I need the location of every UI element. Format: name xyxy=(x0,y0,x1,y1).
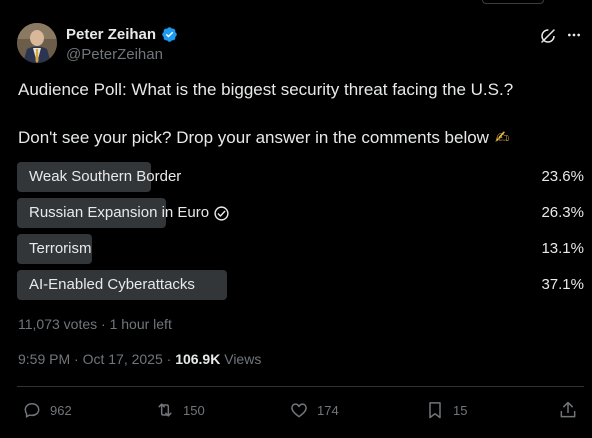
repost-button[interactable]: 150 xyxy=(155,400,205,420)
poll-option-text: Weak Southern Border xyxy=(29,168,182,185)
reply-icon xyxy=(24,402,40,418)
avatar[interactable] xyxy=(17,23,57,63)
grok-icon[interactable] xyxy=(539,27,557,45)
poll-option-label: Weak Southern Border xyxy=(29,168,181,186)
views-label: Views xyxy=(220,351,262,367)
top-edge-tab xyxy=(482,0,544,4)
share-button[interactable] xyxy=(558,400,578,420)
bookmark-icon xyxy=(429,402,441,419)
like-button[interactable]: 174 xyxy=(289,400,339,420)
poll-option-percent: 37.1% xyxy=(541,276,584,293)
post-timestamp: 9:59 PM · Oct 17, 2025 · 106.9K Views xyxy=(18,350,261,368)
repost-count: 150 xyxy=(183,402,205,418)
bookmark-button[interactable]: 15 xyxy=(425,400,467,420)
like-icon xyxy=(291,403,307,418)
more-icon[interactable] xyxy=(566,27,582,43)
poll-option-text: Russian Expansion in Euro xyxy=(29,204,210,221)
author-handle[interactable]: @PeterZeihan xyxy=(66,46,163,64)
poll-meta: 11,073 votes · 1 hour left xyxy=(18,316,172,332)
poll-option[interactable]: Russian Expansion in Euro 26.3% xyxy=(17,198,584,228)
poll-option[interactable]: Terrorism 13.1% xyxy=(17,234,584,264)
poll-option-label: Terrorism xyxy=(29,240,92,258)
poll-option[interactable]: Weak Southern Border 23.6% xyxy=(17,162,584,192)
poll-option-percent: 23.6% xyxy=(541,168,584,185)
writing-hand-emoji: ✍ xyxy=(494,128,510,147)
bookmark-count: 15 xyxy=(453,402,468,418)
poll-option-percent: 13.1% xyxy=(541,240,584,257)
share-icon xyxy=(560,401,576,418)
poll-option-percent: 26.3% xyxy=(541,204,584,221)
poll: Weak Southern Border 23.6% Russian Expan… xyxy=(17,162,584,306)
post-time-date[interactable]: 9:59 PM · Oct 17, 2025 · xyxy=(18,351,175,367)
poll-option-label: AI-Enabled Cyberattacks xyxy=(29,276,195,294)
poll-option[interactable]: AI-Enabled Cyberattacks 37.1% xyxy=(17,270,584,300)
divider xyxy=(17,386,584,387)
reply-count: 962 xyxy=(50,402,72,418)
reply-button[interactable]: 962 xyxy=(22,400,72,420)
check-circle-icon xyxy=(214,205,229,221)
views-count: 106.9K xyxy=(175,351,221,367)
poll-option-text: AI-Enabled Cyberattacks xyxy=(29,276,195,293)
post-text-prompt: Don't see your pick? Drop your answer in… xyxy=(18,127,509,149)
verified-badge-icon xyxy=(162,27,177,42)
repost-icon xyxy=(158,403,172,417)
poll-option-label: Russian Expansion in Euro xyxy=(29,204,230,222)
like-count: 174 xyxy=(317,402,339,418)
author-name[interactable]: Peter Zeihan xyxy=(66,26,156,44)
poll-option-text: Terrorism xyxy=(29,240,92,257)
post-text-prompt-content: Don't see your pick? Drop your answer in… xyxy=(18,128,489,147)
post-text-question: Audience Poll: What is the biggest secur… xyxy=(18,80,514,99)
